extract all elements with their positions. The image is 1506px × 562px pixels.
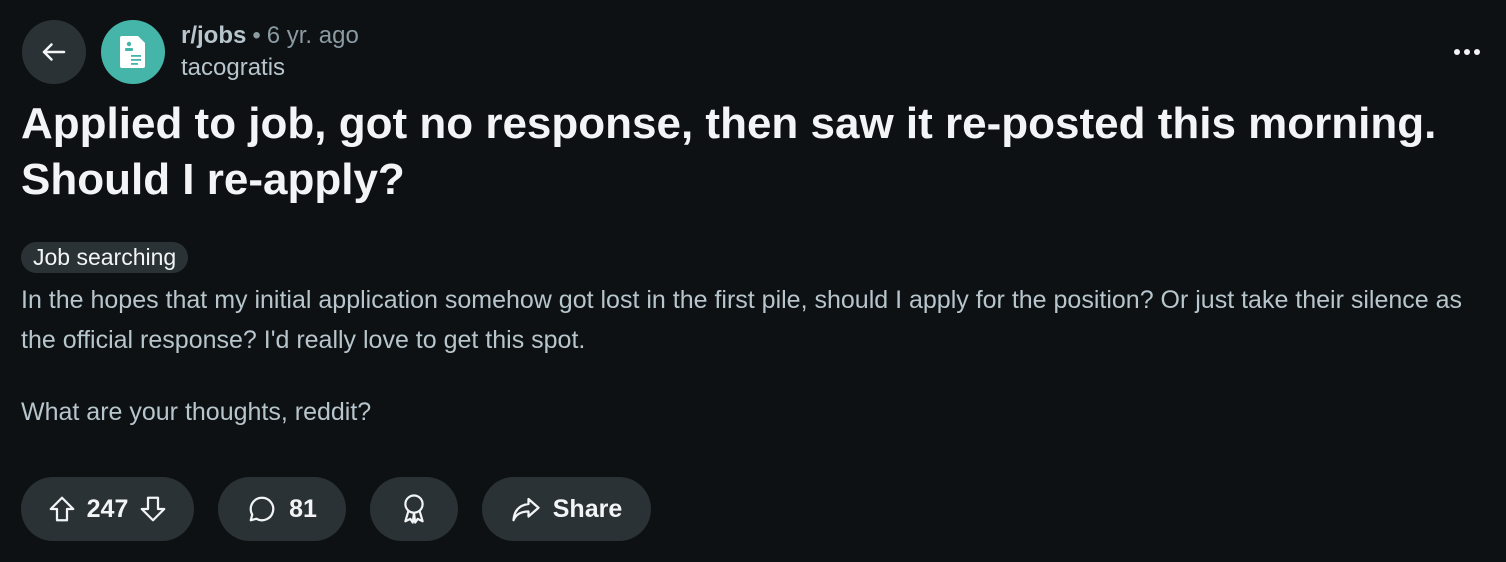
arrow-left-icon bbox=[42, 43, 66, 61]
vote-control: 247 bbox=[21, 477, 194, 541]
subreddit-avatar[interactable] bbox=[101, 20, 165, 84]
arrow-down-icon bbox=[140, 496, 166, 522]
more-options-button[interactable] bbox=[1442, 34, 1492, 70]
more-horizontal-icon bbox=[1454, 49, 1480, 55]
post-age: 6 yr. ago bbox=[266, 22, 359, 49]
award-icon bbox=[399, 493, 429, 525]
speech-bubble-icon bbox=[247, 494, 277, 524]
share-arrow-icon bbox=[511, 495, 541, 523]
back-button[interactable] bbox=[22, 20, 86, 84]
body-paragraph: In the hopes that my initial application… bbox=[21, 286, 1463, 354]
arrow-up-icon bbox=[49, 496, 75, 522]
post-body: In the hopes that my initial application… bbox=[21, 280, 1481, 464]
vote-score: 247 bbox=[86, 494, 129, 523]
award-button[interactable] bbox=[370, 477, 458, 541]
post-flair[interactable]: Job searching bbox=[21, 242, 189, 273]
post-meta: r/jobs • 6 yr. ago tacogratis bbox=[181, 20, 359, 84]
comments-button[interactable]: 81 bbox=[218, 477, 346, 541]
downvote-button[interactable] bbox=[138, 494, 168, 524]
upvote-button[interactable] bbox=[47, 494, 77, 524]
post-detail: r/jobs • 6 yr. ago tacogratis Applied to… bbox=[0, 0, 1506, 562]
document-icon bbox=[120, 36, 145, 68]
body-paragraph: What are your thoughts, reddit? bbox=[21, 398, 372, 426]
author-name[interactable]: tacogratis bbox=[181, 52, 359, 84]
post-title: Applied to job, got no response, then sa… bbox=[21, 99, 1437, 204]
meta-separator: • bbox=[252, 22, 261, 49]
comment-count: 81 bbox=[289, 494, 317, 523]
share-label: Share bbox=[552, 494, 623, 523]
subreddit-name[interactable]: r/jobs bbox=[181, 20, 246, 52]
share-button[interactable]: Share bbox=[482, 477, 651, 541]
